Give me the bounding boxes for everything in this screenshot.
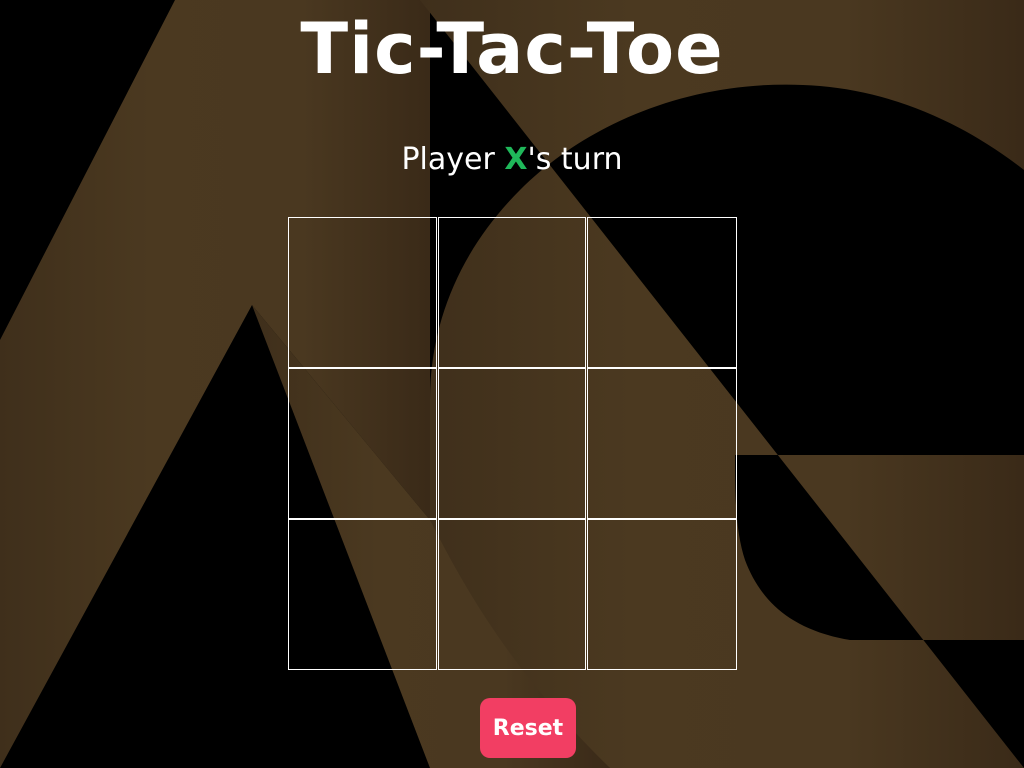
- board-cell-4[interactable]: [288, 368, 437, 519]
- board-cell-8[interactable]: [438, 519, 586, 670]
- game-title: Tic-Tac-Toe: [300, 8, 724, 90]
- current-player-mark: X: [504, 142, 528, 177]
- board-cell-5[interactable]: [438, 368, 586, 519]
- game-board: [288, 217, 737, 670]
- board-cell-3[interactable]: [587, 217, 737, 368]
- turn-prefix: Player: [401, 142, 505, 177]
- game-screen: Tic-Tac-Toe Player X's turn Reset: [0, 0, 1024, 768]
- board-cell-2[interactable]: [438, 217, 586, 368]
- board-cell-7[interactable]: [288, 519, 437, 670]
- board-cell-6[interactable]: [587, 368, 737, 519]
- board-cell-9[interactable]: [587, 519, 737, 670]
- reset-button[interactable]: Reset: [480, 698, 576, 758]
- turn-suffix: 's turn: [527, 142, 623, 177]
- board-cell-1[interactable]: [288, 217, 437, 368]
- turn-indicator: Player X's turn: [0, 138, 1024, 182]
